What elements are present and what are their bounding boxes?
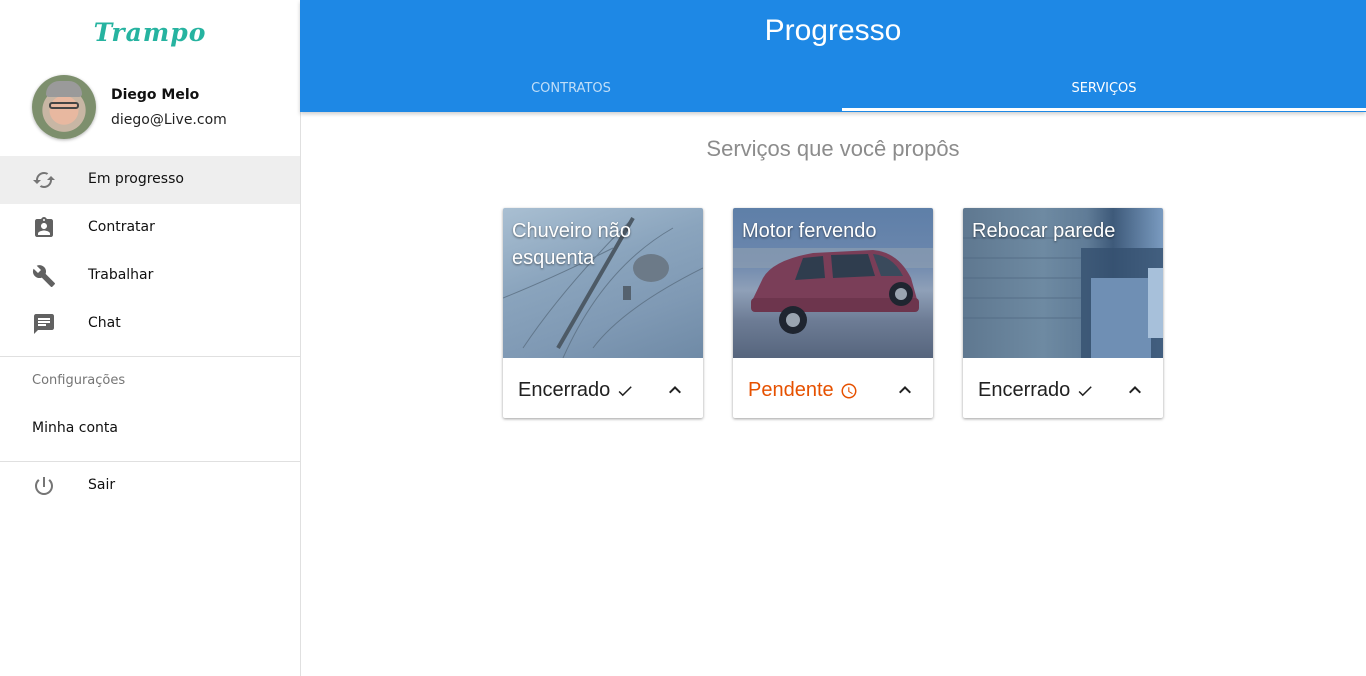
sidebar-item-label: Chat [88, 315, 121, 331]
card-image-wall: Rebocar parede [963, 208, 1163, 358]
card-status: Encerrado [978, 379, 1094, 402]
page-title: Progresso [764, 14, 902, 47]
card-title: Chuveiro não esquenta [512, 220, 631, 269]
service-card[interactable]: Rebocar parede Encerrado [963, 208, 1163, 418]
service-card[interactable]: Chuveiro não esquenta Encerrado [503, 208, 703, 418]
card-image-shower: Chuveiro não esquenta [503, 208, 703, 358]
assignment-ind-icon [35, 217, 53, 237]
card-title: Motor fervendo [742, 220, 877, 242]
sync-icon [33, 172, 55, 188]
section-title: Serviços que você propôs [706, 136, 960, 161]
tab-contratos[interactable]: CONTRATOS [300, 64, 842, 112]
wrench-icon [32, 265, 55, 287]
profile-email: diego@Live.com [111, 112, 227, 128]
check-icon [618, 385, 633, 396]
sidebar-item-contratar[interactable]: Contratar [0, 204, 300, 252]
chat-icon [34, 314, 54, 334]
sidebar-item-sair[interactable]: Sair [0, 462, 300, 510]
sidebar-item-trabalhar[interactable]: Trabalhar [0, 252, 300, 300]
user-profile: Diego Melo diego@Live.com [32, 75, 292, 141]
sidebar-item-minha-conta[interactable]: Minha conta [32, 420, 118, 436]
check-icon [1078, 385, 1093, 396]
chevron-up-icon[interactable] [1123, 378, 1147, 402]
power-icon [35, 477, 53, 495]
sidebar-item-label: Em progresso [88, 171, 184, 187]
status-label: Pendente [748, 379, 834, 401]
sidebar-item-label: Sair [88, 477, 116, 493]
app-logo[interactable]: Trampo [0, 18, 300, 47]
avatar[interactable] [32, 75, 96, 139]
avatar-glasses [49, 102, 79, 109]
service-card[interactable]: Motor fervendo Pendente [733, 208, 933, 418]
card-status: Pendente [748, 379, 858, 402]
app-header: Progresso CONTRATOS SERVIÇOS [300, 0, 1366, 112]
sidebar-divider [0, 356, 300, 357]
sidebar-item-chat[interactable]: Chat [0, 300, 300, 348]
card-status: Encerrado [518, 379, 634, 402]
profile-name: Diego Melo [111, 87, 200, 103]
sidebar-item-label: Trabalhar [88, 267, 154, 283]
avatar-hair [46, 81, 82, 97]
chevron-up-icon[interactable] [663, 378, 687, 402]
sidebar-item-em-progresso[interactable]: Em progresso [0, 156, 300, 204]
card-image-car: Motor fervendo [733, 208, 933, 358]
app-root: Trampo Diego Melo diego@Live.com Em prog… [0, 0, 1366, 676]
clock-icon [841, 383, 857, 398]
status-label: Encerrado [518, 379, 611, 401]
settings-section-label: Configurações [32, 373, 126, 388]
tab-indicator [842, 108, 1366, 111]
status-label: Encerrado [978, 379, 1071, 401]
sidebar-item-label: Contratar [88, 219, 155, 235]
sidebar: Trampo Diego Melo diego@Live.com Em prog… [0, 0, 301, 676]
tab-servicos[interactable]: SERVIÇOS [842, 64, 1366, 112]
chevron-up-icon[interactable] [893, 378, 917, 402]
card-title: Rebocar parede [972, 220, 1116, 242]
